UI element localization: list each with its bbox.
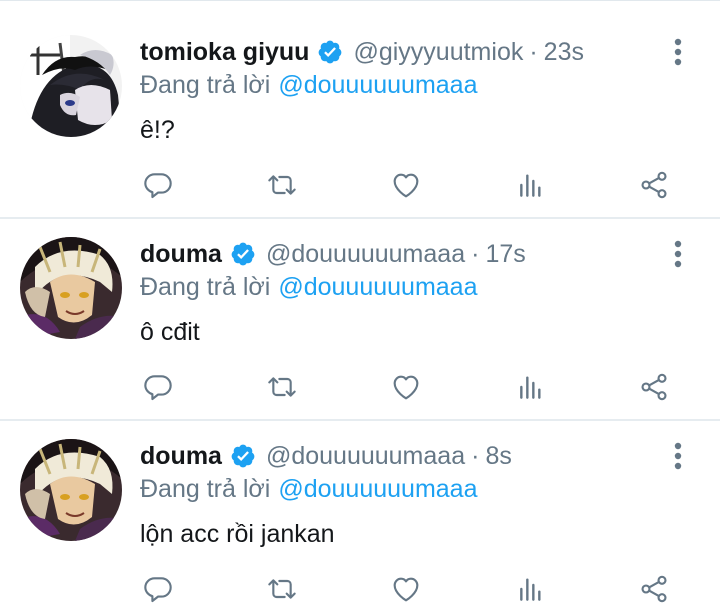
avatar[interactable] <box>20 237 122 339</box>
tweet-header: douma @douuuuuumaaa · 17s <box>140 237 650 271</box>
like-icon <box>393 375 419 400</box>
like-button[interactable] <box>388 167 424 203</box>
tweet-actions <box>140 369 680 405</box>
tweet-text: lộn acc rồi jankan <box>140 519 335 548</box>
user-handle[interactable]: @douuuuuumaaa <box>266 442 465 471</box>
tweet[interactable]: douma @douuuuuumaaa · 8s Đang trả lời @d… <box>0 419 720 612</box>
retweet-button[interactable] <box>264 167 300 203</box>
separator-dot: · <box>471 239 480 268</box>
verified-icon <box>317 39 343 65</box>
user-handle[interactable]: @douuuuuumaaa <box>266 240 465 269</box>
avatar[interactable] <box>20 439 122 541</box>
reply-button[interactable] <box>140 167 176 203</box>
timestamp[interactable]: 23s <box>544 38 584 67</box>
analytics-icon <box>520 174 541 197</box>
user-handle[interactable]: @giyyyuutmiok <box>353 38 523 67</box>
mention-link[interactable]: @douuuuuumaaa <box>278 475 477 504</box>
replying-to: Đang trả lời @douuuuuumaaa <box>140 473 478 505</box>
tweet-text: ô cđit <box>140 317 200 346</box>
tweet-header: tomioka giyuu @giyyyuutmiok · 23s <box>140 35 650 69</box>
more-vertical-icon[interactable] <box>666 237 690 271</box>
share-icon <box>641 373 667 401</box>
more-vertical-icon[interactable] <box>666 35 690 69</box>
like-icon <box>393 173 419 198</box>
reply-icon <box>144 173 172 199</box>
reply-icon <box>144 577 172 603</box>
retweet-icon <box>268 579 296 599</box>
display-name[interactable]: tomioka giyuu <box>140 38 309 67</box>
avatar-image <box>20 237 122 339</box>
tweet-header: douma @douuuuuumaaa · 8s <box>140 439 650 473</box>
analytics-button[interactable] <box>512 571 548 607</box>
analytics-button[interactable] <box>512 167 548 203</box>
retweet-icon <box>268 377 296 397</box>
tweet-actions <box>140 571 680 607</box>
timestamp[interactable]: 17s <box>485 240 525 269</box>
reply-button[interactable] <box>140 369 176 405</box>
analytics-icon <box>520 376 541 399</box>
share-icon <box>641 171 667 199</box>
tweet-text: ê!? <box>140 115 175 144</box>
retweet-button[interactable] <box>264 369 300 405</box>
replying-to-label: Đang trả lời <box>140 70 271 99</box>
analytics-button[interactable] <box>512 369 548 405</box>
like-button[interactable] <box>388 571 424 607</box>
separator-dot: · <box>471 441 480 470</box>
replying-to: Đang trả lời @douuuuuumaaa <box>140 271 478 303</box>
share-icon <box>641 575 667 603</box>
share-button[interactable] <box>636 369 672 405</box>
separator-dot: · <box>529 37 538 66</box>
analytics-icon <box>520 578 541 601</box>
display-name[interactable]: douma <box>140 442 222 471</box>
avatar[interactable] <box>20 35 122 137</box>
mention-link[interactable]: @douuuuuumaaa <box>278 273 477 302</box>
mention-link[interactable]: @douuuuuumaaa <box>278 71 477 100</box>
share-button[interactable] <box>636 571 672 607</box>
more-vertical-icon[interactable] <box>666 439 690 473</box>
tweet[interactable]: douma @douuuuuumaaa · 17s Đang trả lời @… <box>0 217 720 419</box>
reply-button[interactable] <box>140 571 176 607</box>
retweet-icon <box>268 175 296 195</box>
replying-to-label: Đang trả lời <box>140 474 271 503</box>
replying-to: Đang trả lời @douuuuuumaaa <box>140 69 478 101</box>
display-name[interactable]: douma <box>140 240 222 269</box>
avatar-image <box>20 439 122 541</box>
timestamp[interactable]: 8s <box>485 442 511 471</box>
retweet-button[interactable] <box>264 571 300 607</box>
verified-icon <box>230 443 256 469</box>
reply-icon <box>144 375 172 401</box>
tweet-actions <box>140 167 680 203</box>
share-button[interactable] <box>636 167 672 203</box>
replying-to-label: Đang trả lời <box>140 272 271 301</box>
like-button[interactable] <box>388 369 424 405</box>
avatar-image <box>20 35 122 137</box>
like-icon <box>393 577 419 602</box>
verified-icon <box>230 241 256 267</box>
timeline: tomioka giyuu @giyyyuutmiok · 23s Đang t… <box>0 0 720 612</box>
tweet[interactable]: tomioka giyuu @giyyyuutmiok · 23s Đang t… <box>0 1 720 217</box>
